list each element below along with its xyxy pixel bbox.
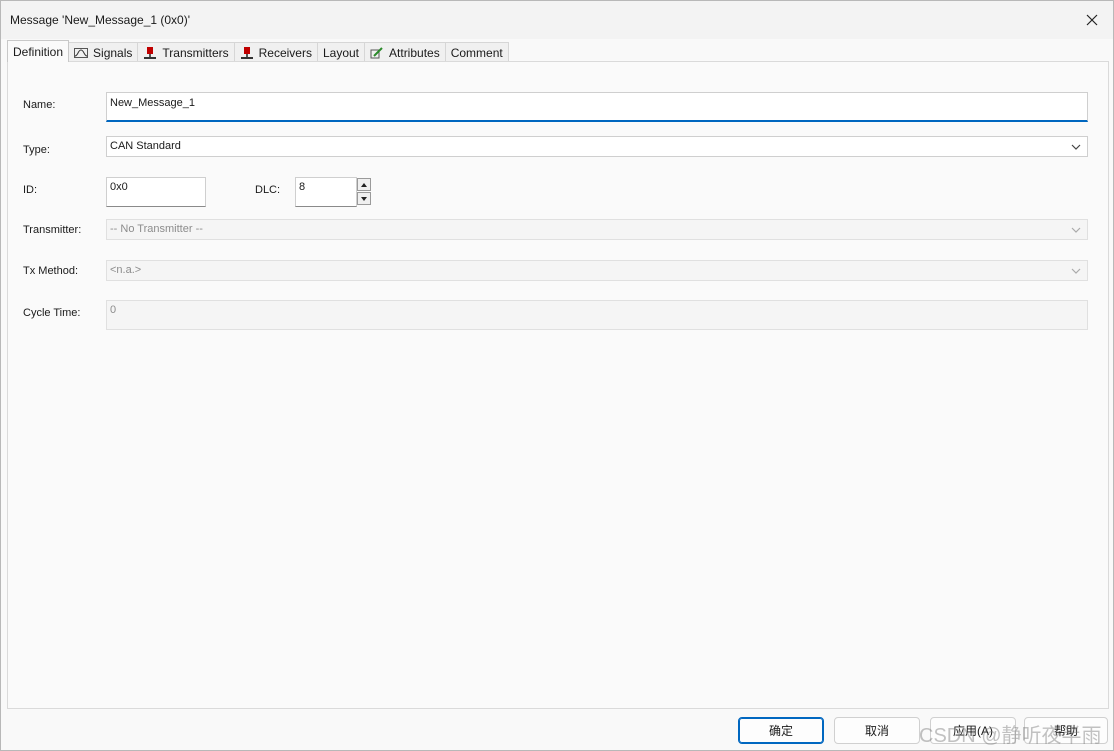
- name-label: Name:: [23, 99, 56, 111]
- transmitter-icon: [144, 46, 157, 59]
- watermark: CSDN @静听夜半雨: [919, 725, 1102, 747]
- txmethod-value: <n.a.>: [110, 264, 142, 276]
- type-select[interactable]: CAN Standard: [106, 136, 1088, 157]
- dlc-field[interactable]: 8: [295, 177, 357, 207]
- cycletime-label: Cycle Time:: [23, 307, 81, 319]
- type-value: CAN Standard: [110, 140, 181, 152]
- close-button[interactable]: [1079, 7, 1105, 33]
- chevron-down-icon: [1071, 268, 1081, 274]
- tab-signals[interactable]: Signals: [68, 42, 139, 62]
- title-bar: Message 'New_Message_1 (0x0)': [1, 1, 1113, 39]
- dlc-up-button[interactable]: [357, 178, 371, 191]
- caret-down-icon: [361, 196, 367, 201]
- caret-up-icon: [361, 182, 367, 187]
- dlc-stepper: [357, 178, 373, 206]
- attributes-icon: [370, 46, 383, 58]
- tab-attributes[interactable]: Attributes: [364, 42, 446, 62]
- tab-comment[interactable]: Comment: [444, 42, 509, 62]
- tab-layout[interactable]: Layout: [316, 42, 366, 62]
- ok-button[interactable]: 确定: [738, 717, 824, 744]
- receiver-icon: [240, 46, 253, 59]
- type-label: Type:: [23, 144, 50, 156]
- tab-label: Comment: [450, 45, 503, 60]
- name-field[interactable]: New_Message_1: [106, 92, 1088, 122]
- tab-definition[interactable]: Definition: [7, 40, 70, 62]
- tab-label: Transmitters: [162, 45, 229, 60]
- txmethod-label: Tx Method:: [23, 265, 79, 277]
- chevron-down-icon: [1071, 144, 1081, 150]
- cycletime-field: 0: [106, 300, 1088, 330]
- signal-icon: [74, 47, 89, 58]
- chevron-down-icon: [1071, 227, 1081, 233]
- id-label: ID:: [23, 184, 38, 196]
- definition-panel: Name: New_Message_1 Type: CAN Standard I…: [7, 61, 1109, 709]
- transmitter-select: -- No Transmitter --: [106, 219, 1088, 240]
- dlc-label: DLC:: [255, 184, 281, 196]
- tab-label: Definition: [13, 44, 64, 59]
- id-field[interactable]: 0x0: [106, 177, 206, 207]
- tab-label: Signals: [93, 45, 133, 60]
- tab-label: Layout: [322, 45, 360, 60]
- tab-label: Attributes: [389, 45, 440, 60]
- tab-label: Receivers: [258, 45, 312, 60]
- transmitter-label: Transmitter:: [23, 224, 82, 236]
- transmitter-value: -- No Transmitter --: [110, 223, 203, 235]
- message-dialog: Message 'New_Message_1 (0x0)' Definition…: [0, 0, 1114, 751]
- txmethod-select: <n.a.>: [106, 260, 1088, 281]
- dialog-title: Message 'New_Message_1 (0x0)': [10, 13, 190, 27]
- cancel-button[interactable]: 取消: [834, 717, 920, 744]
- tab-transmitters[interactable]: Transmitters: [137, 42, 235, 62]
- tab-receivers[interactable]: Receivers: [233, 42, 318, 62]
- close-icon: [1086, 14, 1098, 26]
- dlc-down-button[interactable]: [357, 192, 371, 205]
- tab-bar: Definition Signals Transmitters Receiver…: [7, 40, 509, 62]
